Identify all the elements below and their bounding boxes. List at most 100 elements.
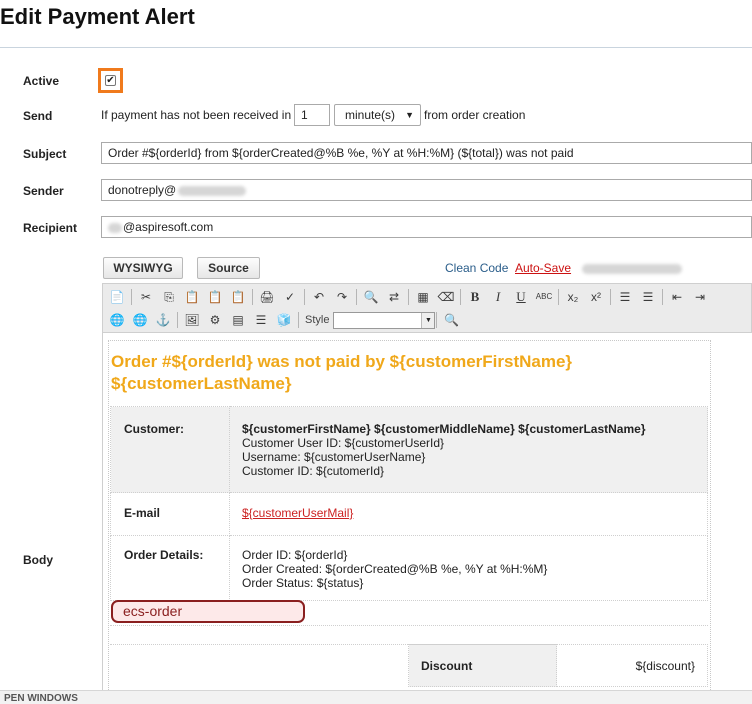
toolbar-separator — [177, 312, 178, 328]
subject-label: Subject — [23, 147, 67, 161]
email-label-cell: E-mail — [110, 492, 230, 536]
style-label: Style — [305, 314, 330, 326]
email-value-cell: ${customerUserMail} — [229, 492, 708, 536]
table-icon[interactable]: ▤ — [228, 310, 248, 330]
title-divider — [0, 47, 752, 48]
table-row: Order Details: Order ID: ${orderId} Orde… — [110, 535, 708, 601]
active-checkbox[interactable]: ✔ — [105, 75, 116, 86]
remove-format-icon[interactable]: ⌫ — [436, 287, 456, 307]
customer-label-cell: Customer: — [110, 406, 230, 493]
bulleted-list-icon[interactable]: ☰ — [638, 287, 658, 307]
undo-icon[interactable]: ↶ — [309, 287, 329, 307]
send-suffix-text: from order creation — [424, 108, 526, 122]
editor-content-area[interactable]: Order #${orderId} was not paid by ${cust… — [102, 333, 752, 704]
new-page-icon[interactable]: 📄 — [107, 287, 127, 307]
toolbar-separator — [304, 289, 305, 305]
anchor-icon[interactable]: ⚓ — [153, 310, 173, 330]
paste-text-icon[interactable]: 📋 — [205, 287, 225, 307]
customer-user-id: Customer User ID: ${customerUserId} — [242, 436, 445, 450]
ecs-order-tag[interactable]: ecs-order — [111, 600, 305, 623]
numbered-list-icon[interactable]: ☰ — [615, 287, 635, 307]
page-title: Edit Payment Alert — [0, 4, 195, 29]
clean-code-link[interactable]: Clean Code — [445, 261, 508, 275]
customer-value-cell: ${customerFirstName} ${customerMiddleNam… — [229, 406, 708, 493]
toolbar-row-2: 🌐 🌐 ⚓ 🖼 ⚙ ▤ ☰ 🧊 Style ▼ 🔍 — [107, 309, 464, 331]
underline-icon[interactable]: U — [511, 287, 531, 307]
send-unit-value: minute(s) — [345, 108, 396, 122]
special-char-icon[interactable]: 🧊 — [274, 310, 294, 330]
order-details-label-cell: Order Details: — [110, 535, 230, 601]
toolbar-separator — [298, 312, 299, 328]
redacted-blur — [178, 185, 247, 196]
subscript-icon[interactable]: x₂ — [563, 287, 583, 307]
dropdown-arrow-icon: ▼ — [421, 312, 435, 328]
send-prefix-text: If payment has not been received in — [101, 108, 292, 122]
find-icon[interactable]: 🔍 — [361, 287, 381, 307]
select-all-icon[interactable]: ▦ — [413, 287, 433, 307]
toolbar-separator — [252, 289, 253, 305]
horizontal-rule-icon[interactable]: ☰ — [251, 310, 271, 330]
discount-label-cell: Discount — [408, 644, 557, 687]
spellcheck-icon[interactable]: ✓ — [280, 287, 300, 307]
print-icon[interactable]: 🖨 — [257, 287, 277, 307]
customer-details-table: Customer: ${customerFirstName} ${custome… — [110, 406, 708, 601]
customer-username: Username: ${customerUserName} — [242, 450, 426, 464]
editor-toolbar: 📄 ✂ ⎘ 📋 📋 📋 🖨 ✓ ↶ ↷ 🔍 ⇄ ▦ ⌫ B I U ABC x₂… — [102, 283, 752, 333]
send-label: Send — [23, 109, 53, 123]
image-icon[interactable]: 🖼 — [182, 310, 202, 330]
outdent-icon[interactable]: ⇤ — [667, 287, 687, 307]
discount-table: Discount ${discount} — [408, 644, 708, 687]
active-label: Active — [23, 74, 60, 88]
subject-input[interactable]: Order #${orderId} from ${orderCreated@%B… — [101, 142, 752, 164]
link-icon[interactable]: 🌐 — [107, 310, 127, 330]
recipient-value: @aspiresoft.com — [123, 220, 214, 234]
customer-id: Customer ID: ${cutomerId} — [242, 464, 385, 478]
flash-icon[interactable]: ⚙ — [205, 310, 225, 330]
paste-word-icon[interactable]: 📋 — [228, 287, 248, 307]
order-id: Order ID: ${orderId} — [242, 548, 348, 562]
bold-icon[interactable]: B — [465, 287, 485, 307]
email-link[interactable]: ${customerUserMail} — [242, 506, 353, 520]
toolbar-separator — [436, 312, 438, 328]
paste-icon[interactable]: 📋 — [182, 287, 202, 307]
toolbar-separator — [662, 289, 663, 305]
recipient-input[interactable]: @aspiresoft.com — [101, 216, 752, 238]
redacted-blur — [108, 222, 122, 233]
dropdown-arrow-icon: ▼ — [405, 110, 414, 120]
preview-icon[interactable]: 🔍 — [441, 310, 461, 330]
customer-name: ${customerFirstName} ${customerMiddleNam… — [242, 422, 646, 436]
strikethrough-icon[interactable]: ABC — [534, 287, 554, 307]
source-tab[interactable]: Source — [197, 257, 260, 279]
unlink-icon[interactable]: 🌐 — [130, 310, 150, 330]
order-created: Order Created: ${orderCreated@%B %e, %Y … — [242, 562, 548, 576]
cut-icon[interactable]: ✂ — [136, 287, 156, 307]
order-status: Order Status: ${status} — [242, 576, 364, 590]
send-unit-select[interactable]: minute(s) ▼ — [334, 104, 421, 126]
style-select[interactable]: ▼ — [333, 311, 436, 329]
wysiwyg-tab[interactable]: WYSIWYG — [103, 257, 183, 279]
toolbar-separator — [131, 289, 132, 305]
recipient-label: Recipient — [23, 221, 78, 235]
replace-icon[interactable]: ⇄ — [384, 287, 404, 307]
redo-icon[interactable]: ↷ — [332, 287, 352, 307]
superscript-icon[interactable]: x² — [586, 287, 606, 307]
discount-value-cell: ${discount} — [556, 644, 708, 687]
toolbar-separator — [610, 289, 611, 305]
sender-label: Sender — [23, 184, 64, 198]
italic-icon[interactable]: I — [488, 287, 508, 307]
active-checkbox-focus-ring[interactable]: ✔ — [98, 68, 123, 93]
send-amount-input[interactable]: 1 — [294, 104, 330, 126]
table-row: E-mail ${customerUserMail} — [110, 492, 708, 536]
indent-icon[interactable]: ⇥ — [690, 287, 710, 307]
table-row: Customer: ${customerFirstName} ${custome… — [110, 406, 708, 493]
redacted-blur — [582, 264, 682, 274]
body-label: Body — [23, 553, 53, 567]
toolbar-row-1: 📄 ✂ ⎘ 📋 📋 📋 🖨 ✓ ↶ ↷ 🔍 ⇄ ▦ ⌫ B I U ABC x₂… — [107, 286, 713, 308]
copy-icon[interactable]: ⎘ — [159, 287, 179, 307]
toolbar-separator — [558, 289, 559, 305]
auto-save-link[interactable]: Auto-Save — [515, 261, 571, 275]
sender-input[interactable]: donotreply@ — [101, 179, 752, 201]
toolbar-separator — [460, 289, 461, 305]
toolbar-separator — [356, 289, 357, 305]
table-row: Discount ${discount} — [408, 644, 708, 687]
